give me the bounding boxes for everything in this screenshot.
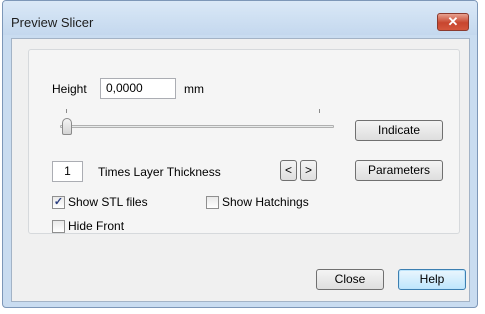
show-stl-label: Show STL files (68, 195, 148, 209)
parameters-button[interactable]: Parameters (355, 160, 443, 181)
hide-front-label: Hide Front (68, 219, 125, 233)
height-unit: mm (184, 82, 204, 96)
show-stl-checkbox[interactable]: ✓ (52, 196, 65, 209)
show-hatchings-checkbox[interactable] (206, 196, 219, 209)
slider-tick-end (319, 109, 320, 113)
layer-thickness-label: Times Layer Thickness (98, 165, 221, 179)
close-icon: ✕ (447, 14, 459, 29)
help-button[interactable]: Help (398, 269, 466, 290)
checkmark-icon: ✓ (53, 196, 64, 208)
chevron-right-icon: > (304, 163, 312, 177)
layer-multiplier-input[interactable]: 1 (52, 161, 83, 182)
height-label: Height (52, 82, 87, 96)
height-input[interactable]: 0,0000 (100, 78, 176, 99)
indicate-button[interactable]: Indicate (355, 120, 443, 141)
close-button[interactable]: Close (316, 269, 384, 290)
slider-tick-start (66, 109, 67, 113)
hide-front-checkbox[interactable] (52, 220, 65, 233)
dialog-window: Preview Slicer ✕ Height 0,0000 mm Indica… (2, 0, 478, 308)
next-layer-button[interactable]: > (300, 160, 317, 181)
chevron-left-icon: < (284, 163, 292, 177)
window-close-button[interactable]: ✕ (437, 13, 469, 31)
window-title: Preview Slicer (11, 15, 94, 30)
title-bar[interactable]: Preview Slicer ✕ (3, 1, 477, 35)
height-slider-track[interactable] (60, 125, 334, 128)
height-slider-thumb[interactable] (62, 118, 72, 135)
show-hatchings-label: Show Hatchings (222, 195, 309, 209)
previous-layer-button[interactable]: < (280, 160, 297, 181)
dialog-body: Height 0,0000 mm Indicate 1 Times Layer … (11, 38, 470, 302)
